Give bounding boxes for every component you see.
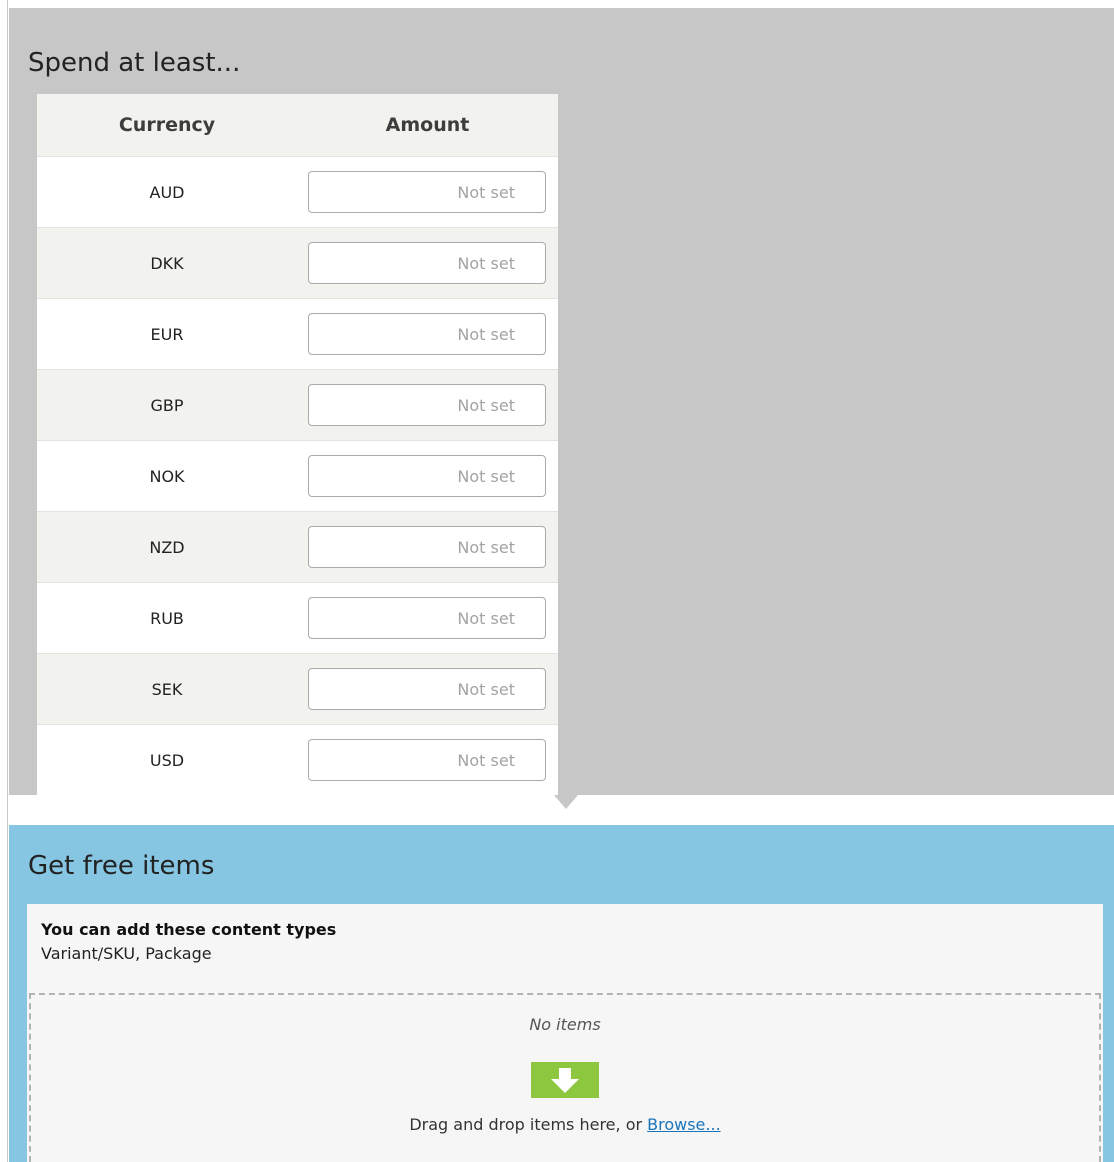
currency-code: NZD (37, 511, 297, 583)
drop-zone[interactable]: No items Drag and drop items here, or Br… (29, 993, 1101, 1162)
currency-code: USD (37, 724, 297, 795)
column-header-currency: Currency (37, 94, 297, 157)
currency-code: SEK (37, 653, 297, 725)
empty-state-text: No items (529, 1015, 601, 1034)
left-border (0, 0, 8, 1162)
column-header-amount: Amount (297, 94, 558, 157)
currency-code: DKK (37, 227, 297, 299)
spend-at-least-section: Spend at least... Currency Amount AUD DK… (9, 8, 1114, 795)
currency-code: NOK (37, 440, 297, 512)
currency-amount-table: Currency Amount AUD DKK EUR GBP NOK (37, 94, 558, 795)
table-row: NZD (37, 511, 558, 583)
table-row: NOK (37, 440, 558, 512)
table-header-row: Currency Amount (37, 94, 558, 157)
currency-code: RUB (37, 582, 297, 654)
amount-input-eur[interactable] (308, 313, 546, 355)
section-pointer-notch (554, 795, 578, 809)
currency-code: GBP (37, 369, 297, 441)
currency-code: EUR (37, 298, 297, 370)
currency-code: AUD (37, 156, 297, 228)
table-row: AUD (37, 156, 558, 228)
content-area-box: You can add these content types Variant/… (27, 904, 1103, 1162)
table-row: SEK (37, 653, 558, 725)
table-row: DKK (37, 227, 558, 299)
table-row: USD (37, 724, 558, 795)
table-row: GBP (37, 369, 558, 441)
browse-link[interactable]: Browse... (647, 1115, 721, 1134)
amount-input-nok[interactable] (308, 455, 546, 497)
section-title: Get free items (28, 851, 215, 881)
drop-instruction: Drag and drop items here, or Browse... (31, 1115, 1099, 1134)
content-types-list: Variant/SKU, Package (41, 944, 212, 963)
table-row: EUR (37, 298, 558, 370)
get-free-items-section: Get free items You can add these content… (9, 825, 1114, 1162)
drop-instruction-text: Drag and drop items here, or (409, 1115, 648, 1134)
section-title: Spend at least... (28, 48, 241, 78)
content-types-heading: You can add these content types (41, 920, 337, 939)
drop-arrow-icon (531, 1062, 599, 1098)
amount-input-aud[interactable] (308, 171, 546, 213)
table-row: RUB (37, 582, 558, 654)
amount-input-dkk[interactable] (308, 242, 546, 284)
amount-input-rub[interactable] (308, 597, 546, 639)
amount-input-gbp[interactable] (308, 384, 546, 426)
amount-input-sek[interactable] (308, 668, 546, 710)
amount-input-usd[interactable] (308, 739, 546, 781)
amount-input-nzd[interactable] (308, 526, 546, 568)
